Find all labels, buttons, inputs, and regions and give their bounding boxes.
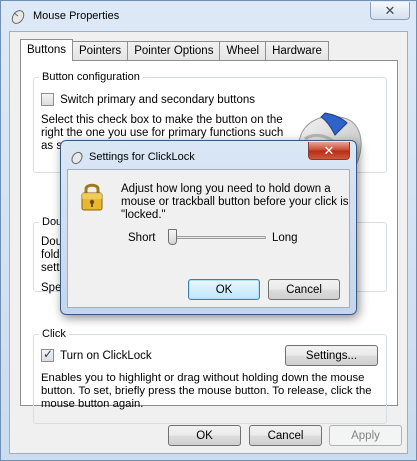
tab-pointers[interactable]: Pointers [72, 41, 129, 61]
close-icon: ✕ [384, 2, 396, 18]
dialog-cancel-button[interactable]: Cancel [268, 279, 340, 300]
switch-buttons-row[interactable]: Switch primary and secondary buttons [41, 93, 255, 106]
clicklock-label: Turn on ClickLock [60, 349, 152, 362]
clicklock-checkbox[interactable] [41, 347, 54, 362]
button-config-desc-1: Select this check box to make the button… [41, 114, 283, 126]
clicklock-desc-1: Enables you to highlight or drag without… [41, 372, 365, 384]
padlock-icon [81, 183, 103, 211]
clicklock-row[interactable]: Turn on ClickLock [41, 347, 152, 362]
button-configuration-legend: Button configuration [42, 71, 140, 83]
mouse-icon [11, 10, 25, 24]
clicklock-desc-3: mouse button again. [41, 398, 144, 410]
dialog-client: Adjust how long you need to hold down a … [67, 169, 350, 308]
button-config-desc-2: right the one you use for primary functi… [41, 127, 284, 139]
clicklock-desc-2: button. To set, briefly press the mouse … [41, 385, 372, 397]
slider-min-label: Short [128, 232, 156, 244]
apply-button[interactable]: Apply [329, 425, 402, 446]
ok-button[interactable]: OK [168, 425, 241, 446]
clicklock-settings-dialog: Settings for ClickLock ✕ Adjust how long… [60, 140, 357, 315]
dialog-close-button[interactable]: ✕ [308, 142, 350, 160]
slider-track [168, 236, 266, 239]
double-click-desc-3: setti [41, 262, 63, 274]
tab-hardware[interactable]: Hardware [265, 41, 329, 61]
double-click-desc-1: Dou [41, 236, 63, 248]
dialog-message-2: mouse or trackball button before your cl… [121, 196, 349, 208]
clicklock-slider[interactable] [168, 228, 266, 248]
window-title: Mouse Properties [33, 10, 120, 22]
close-icon: ✕ [323, 142, 335, 158]
dialog-ok-button[interactable]: OK [188, 279, 260, 300]
button-config-desc-3: as s [41, 140, 63, 152]
slider-thumb[interactable] [168, 229, 177, 245]
cancel-button[interactable]: Cancel [249, 425, 322, 446]
double-click-speed-label: Spe [41, 282, 62, 294]
dialog-message-1: Adjust how long you need to hold down a [121, 183, 331, 195]
mouse-icon [71, 151, 83, 165]
tab-wheel[interactable]: Wheel [219, 41, 267, 61]
title-bar[interactable]: Mouse Properties ✕ [1, 1, 416, 31]
clicklock-settings-button[interactable]: Settings... [285, 345, 378, 366]
dialog-title: Settings for ClickLock [89, 151, 195, 163]
clicklock-legend: Click [42, 328, 66, 340]
switch-buttons-checkbox[interactable] [41, 93, 54, 106]
close-button[interactable]: ✕ [370, 2, 410, 20]
switch-buttons-label: Switch primary and secondary buttons [60, 93, 256, 106]
dialog-message-3: "locked." [121, 209, 166, 221]
tab-pointer-options[interactable]: Pointer Options [127, 41, 221, 61]
tab-strip: Buttons Pointers Pointer Options Wheel H… [20, 39, 329, 61]
tab-buttons[interactable]: Buttons [20, 39, 73, 61]
slider-max-label: Long [272, 232, 298, 244]
